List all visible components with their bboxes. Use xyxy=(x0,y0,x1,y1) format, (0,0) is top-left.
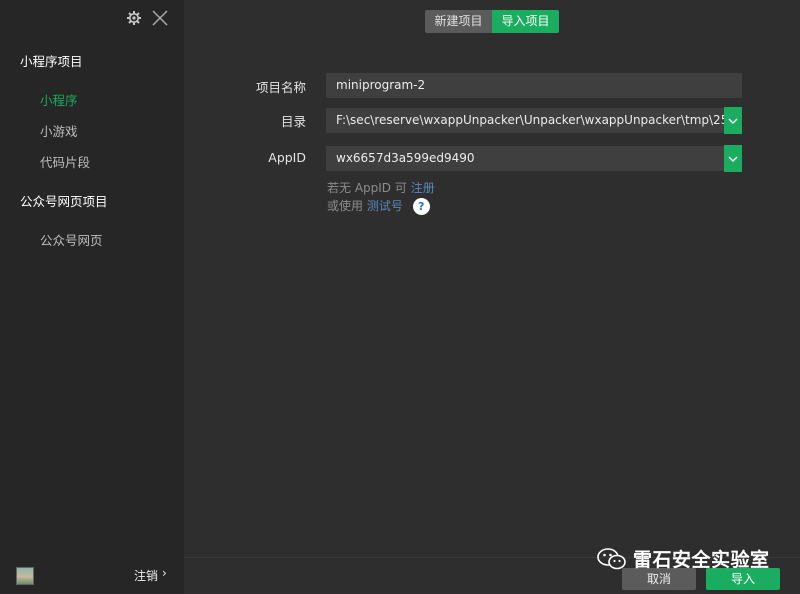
register-link[interactable]: 注册 xyxy=(411,181,435,195)
group-title-miniprogram: 小程序项目 xyxy=(20,54,83,69)
logout-button[interactable]: 注销 xyxy=(134,567,158,584)
main-panel: 新建项目 导入项目 项目名称 miniprogram-2 目录 F:\sec\r… xyxy=(184,0,800,594)
appid-register-hint: 若无 AppID 可 注册 xyxy=(327,179,435,196)
directory-input[interactable]: F:\sec\reserve\wxappUnpacker\Unpacker\wx… xyxy=(326,108,724,133)
gear-icon[interactable] xyxy=(126,10,142,26)
project-type-tabs: 新建项目 导入项目 xyxy=(425,10,559,33)
close-icon[interactable] xyxy=(152,10,168,26)
tab-import-project[interactable]: 导入项目 xyxy=(492,10,559,33)
test-account-hint-text: 或使用 xyxy=(327,199,364,213)
watermark-text: 雷石安全实验室 xyxy=(633,549,770,571)
chevron-right-icon: › xyxy=(162,566,167,580)
avatar[interactable] xyxy=(16,567,34,585)
directory-label: 目录 xyxy=(280,114,306,129)
test-account-hint: 或使用 测试号 ? xyxy=(327,197,430,215)
help-icon[interactable]: ? xyxy=(412,198,430,215)
appid-dropdown-button[interactable] xyxy=(724,145,742,172)
chevron-down-icon xyxy=(728,118,738,124)
wechat-icon xyxy=(597,547,626,569)
chevron-down-icon xyxy=(728,156,738,162)
sidebar-item-miniprogram[interactable]: 小程序 xyxy=(40,90,78,109)
appid-input[interactable]: wx6657d3a599ed9490 xyxy=(326,146,724,171)
test-account-link[interactable]: 测试号 xyxy=(367,199,403,213)
sidebar-item-official-webpage[interactable]: 公众号网页 xyxy=(40,230,103,249)
tab-new-project[interactable]: 新建项目 xyxy=(425,10,492,33)
register-hint-text: 若无 AppID 可 xyxy=(327,181,407,195)
appid-label: AppID xyxy=(268,150,306,165)
project-name-input[interactable]: miniprogram-2 xyxy=(326,73,742,98)
sidebar-footer: 注销 › xyxy=(0,562,184,594)
group-title-official-account: 公众号网页项目 xyxy=(20,194,108,209)
sidebar: 小程序项目 小程序 小游戏 代码片段 公众号网页项目 公众号网页 注销 › xyxy=(0,0,184,594)
sidebar-item-minigame[interactable]: 小游戏 xyxy=(40,121,78,140)
project-name-label: 项目名称 xyxy=(255,80,306,95)
sidebar-toolbar xyxy=(0,0,184,38)
watermark: 雷石安全实验室 xyxy=(597,545,770,572)
sidebar-item-code-snippet[interactable]: 代码片段 xyxy=(40,152,90,171)
directory-dropdown-button[interactable] xyxy=(724,107,742,134)
